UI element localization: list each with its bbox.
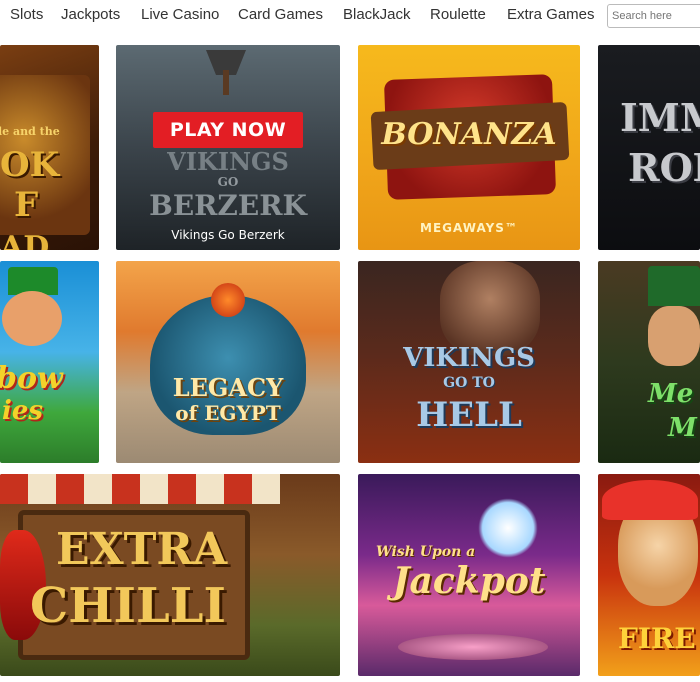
- tile-title: ies: [2, 396, 44, 426]
- tile-title: Me: [648, 379, 694, 409]
- tile-title: Jackpot: [392, 560, 546, 602]
- search-input[interactable]: [607, 4, 700, 28]
- tile-title: VIKINGS: [403, 343, 535, 373]
- game-tile-leprechaun[interactable]: Me M: [598, 261, 700, 463]
- tile-title: IMMO: [620, 95, 700, 140]
- game-tile-fire-joker[interactable]: FIRE J: [598, 474, 700, 676]
- tile-title: EXTRA: [56, 524, 228, 575]
- top-nav: Slots Jackpots Live Casino Card Games Bl…: [0, 0, 700, 32]
- nav-jackpots[interactable]: Jackpots: [61, 6, 120, 23]
- game-tile-vikings-go-to-hell[interactable]: VIKINGS GO TO HELL: [358, 261, 580, 463]
- tile-title: BONANZA: [381, 117, 557, 152]
- tile-title: LEGACY: [172, 373, 284, 402]
- tile-title: OK: [0, 145, 60, 185]
- tile-title: BERZERK: [149, 189, 307, 222]
- leprechaun-face: [648, 306, 700, 366]
- sun-gem: [211, 283, 245, 317]
- game-tile-book-of-dead[interactable]: le and the OK F AD: [0, 45, 99, 250]
- play-now-button[interactable]: PLAY NOW: [153, 112, 303, 148]
- tile-title: CHILLI: [30, 578, 226, 634]
- game-caption: Vikings Go Berzerk: [171, 228, 285, 242]
- awning-artwork: [0, 474, 280, 504]
- tile-title: ROM: [628, 145, 700, 190]
- tile-title: bow: [0, 361, 63, 396]
- nav-blackjack[interactable]: BlackJack: [343, 6, 411, 23]
- game-tile-extra-chilli[interactable]: EXTRA CHILLI: [0, 474, 340, 676]
- game-tile-legacy-of-egypt[interactable]: LEGACY of EGYPT: [116, 261, 340, 463]
- nav-slots[interactable]: Slots: [10, 6, 43, 23]
- game-tile-wish-upon-a-jackpot[interactable]: Wish Upon a Jackpot: [358, 474, 580, 676]
- pedestal-artwork: [398, 634, 548, 660]
- axe-artwork: [206, 50, 246, 95]
- tile-subtitle: MEGAWAYS™: [420, 221, 518, 235]
- tile-title: le and the: [0, 125, 60, 138]
- tile-title: AD: [0, 230, 50, 250]
- tile-title: F: [14, 185, 39, 225]
- tile-title: FIRE J: [618, 622, 700, 655]
- nav-roulette[interactable]: Roulette: [430, 6, 486, 23]
- fairy-artwork: [478, 498, 538, 558]
- joker-hat: [602, 480, 698, 520]
- viking-artwork: [440, 261, 540, 356]
- tile-title: HELL: [416, 395, 522, 435]
- nav-extra-games[interactable]: Extra Games: [507, 6, 595, 23]
- tile-title: Wish Upon a: [376, 544, 476, 560]
- tile-title: VIKINGS: [167, 147, 289, 176]
- nav-live-casino[interactable]: Live Casino: [141, 6, 219, 23]
- game-tile-rainbow-riches[interactable]: bow ies: [0, 261, 99, 463]
- game-tile-bonanza[interactable]: BONANZA MEGAWAYS™: [358, 45, 580, 250]
- tile-title: GO TO: [443, 375, 495, 391]
- game-tile-immortal-romance[interactable]: IMMO ROM: [598, 45, 700, 250]
- tile-title: M: [668, 413, 697, 443]
- game-tile-vikings-go-berzerk[interactable]: VIKINGS GO BERZERK PLAY NOW Vikings Go B…: [116, 45, 340, 250]
- nav-card-games[interactable]: Card Games: [238, 6, 323, 23]
- tile-title: of EGYPT: [175, 401, 281, 425]
- leprechaun-face: [2, 291, 62, 346]
- leprechaun-hat: [648, 266, 700, 306]
- tile-title: GO: [217, 175, 239, 189]
